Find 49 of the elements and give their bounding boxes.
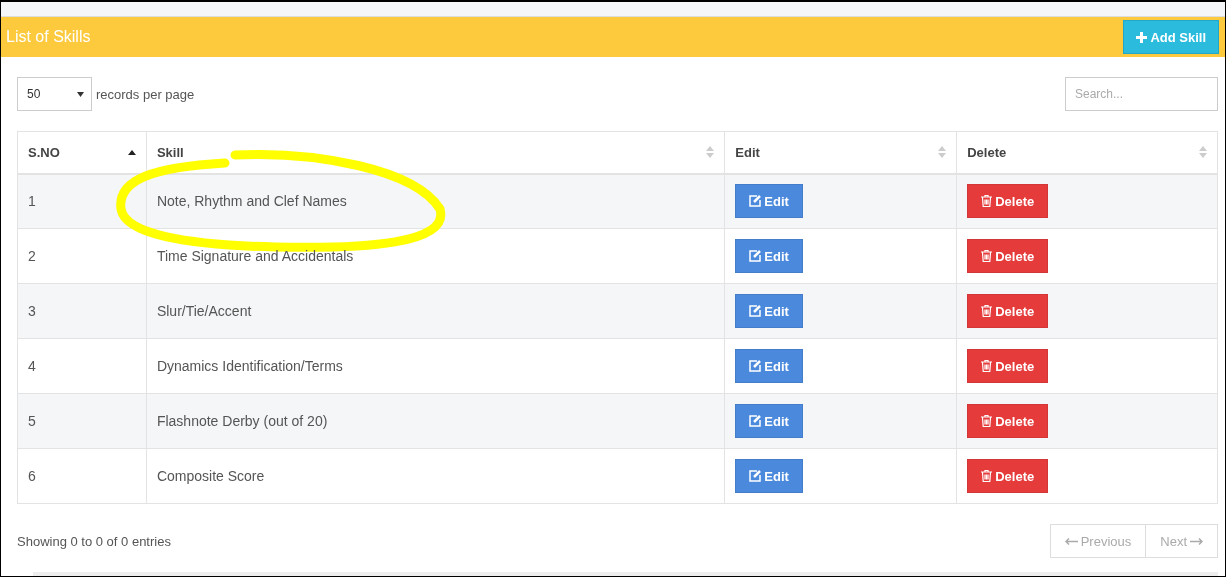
skill-name: Time Signature and Accidentals [156, 248, 354, 264]
trash-icon [981, 305, 993, 317]
edit-button[interactable]: Edit [735, 349, 803, 383]
caret-icon [77, 91, 84, 97]
skill-name: Dynamics Identification/Terms [156, 358, 343, 374]
trash-icon [981, 415, 993, 427]
delete-button[interactable]: Delete [967, 404, 1049, 438]
search-field[interactable]: Search... [1065, 77, 1218, 111]
delete-button[interactable]: Delete [967, 459, 1049, 493]
edit-icon [749, 415, 762, 427]
trash-icon [981, 195, 993, 208]
table-cell: 2 [17, 228, 147, 284]
delete-button[interactable]: Delete [967, 349, 1049, 383]
skill-name: Slur/Tie/Accent [156, 303, 252, 319]
table-cell: 5 [17, 393, 147, 449]
edit-button[interactable]: Edit [735, 294, 803, 328]
delete-button[interactable]: Delete [967, 239, 1049, 273]
edit-button[interactable]: Edit [735, 459, 803, 493]
skill-name: Note, Rhythm and Clef Names [156, 193, 347, 210]
arrow-left-icon [1064, 537, 1078, 545]
skill-name: Flashnote Derby (out of 20) [156, 413, 328, 429]
add-skill-button[interactable]: Add Skill [1123, 20, 1219, 54]
edit-icon [749, 250, 762, 262]
column-header[interactable]: S.NO [17, 131, 147, 174]
column-header[interactable]: Delete [956, 131, 1218, 174]
entries-info: Showing 0 to 0 of 0 entries [17, 533, 171, 549]
column-header[interactable]: Skill [146, 131, 725, 174]
table-cell: 4 [17, 338, 147, 394]
edit-icon [749, 360, 762, 372]
plus-icon [1136, 31, 1148, 43]
edit-button[interactable]: Edit [735, 239, 803, 273]
delete-button[interactable]: Delete [967, 184, 1049, 219]
edit-icon [749, 470, 762, 482]
edit-icon [749, 195, 762, 208]
trash-icon [981, 250, 993, 262]
trash-icon [981, 470, 993, 482]
edit-button[interactable]: Edit [735, 184, 803, 219]
panel-title: List of Skills [6, 28, 91, 46]
trash-icon [981, 360, 993, 372]
table-cell: 3 [17, 283, 147, 339]
edit-icon [749, 305, 762, 317]
page-length-select[interactable]: 50 [17, 77, 92, 111]
column-header[interactable]: Edit [724, 131, 957, 174]
table-cell: 6 [17, 448, 147, 504]
records-per-page-label: records per page [96, 86, 195, 102]
edit-button[interactable]: Edit [735, 404, 803, 438]
delete-button[interactable]: Delete [967, 294, 1049, 328]
arrow-right-icon [1190, 537, 1203, 545]
skill-name: Composite Score [156, 468, 265, 484]
